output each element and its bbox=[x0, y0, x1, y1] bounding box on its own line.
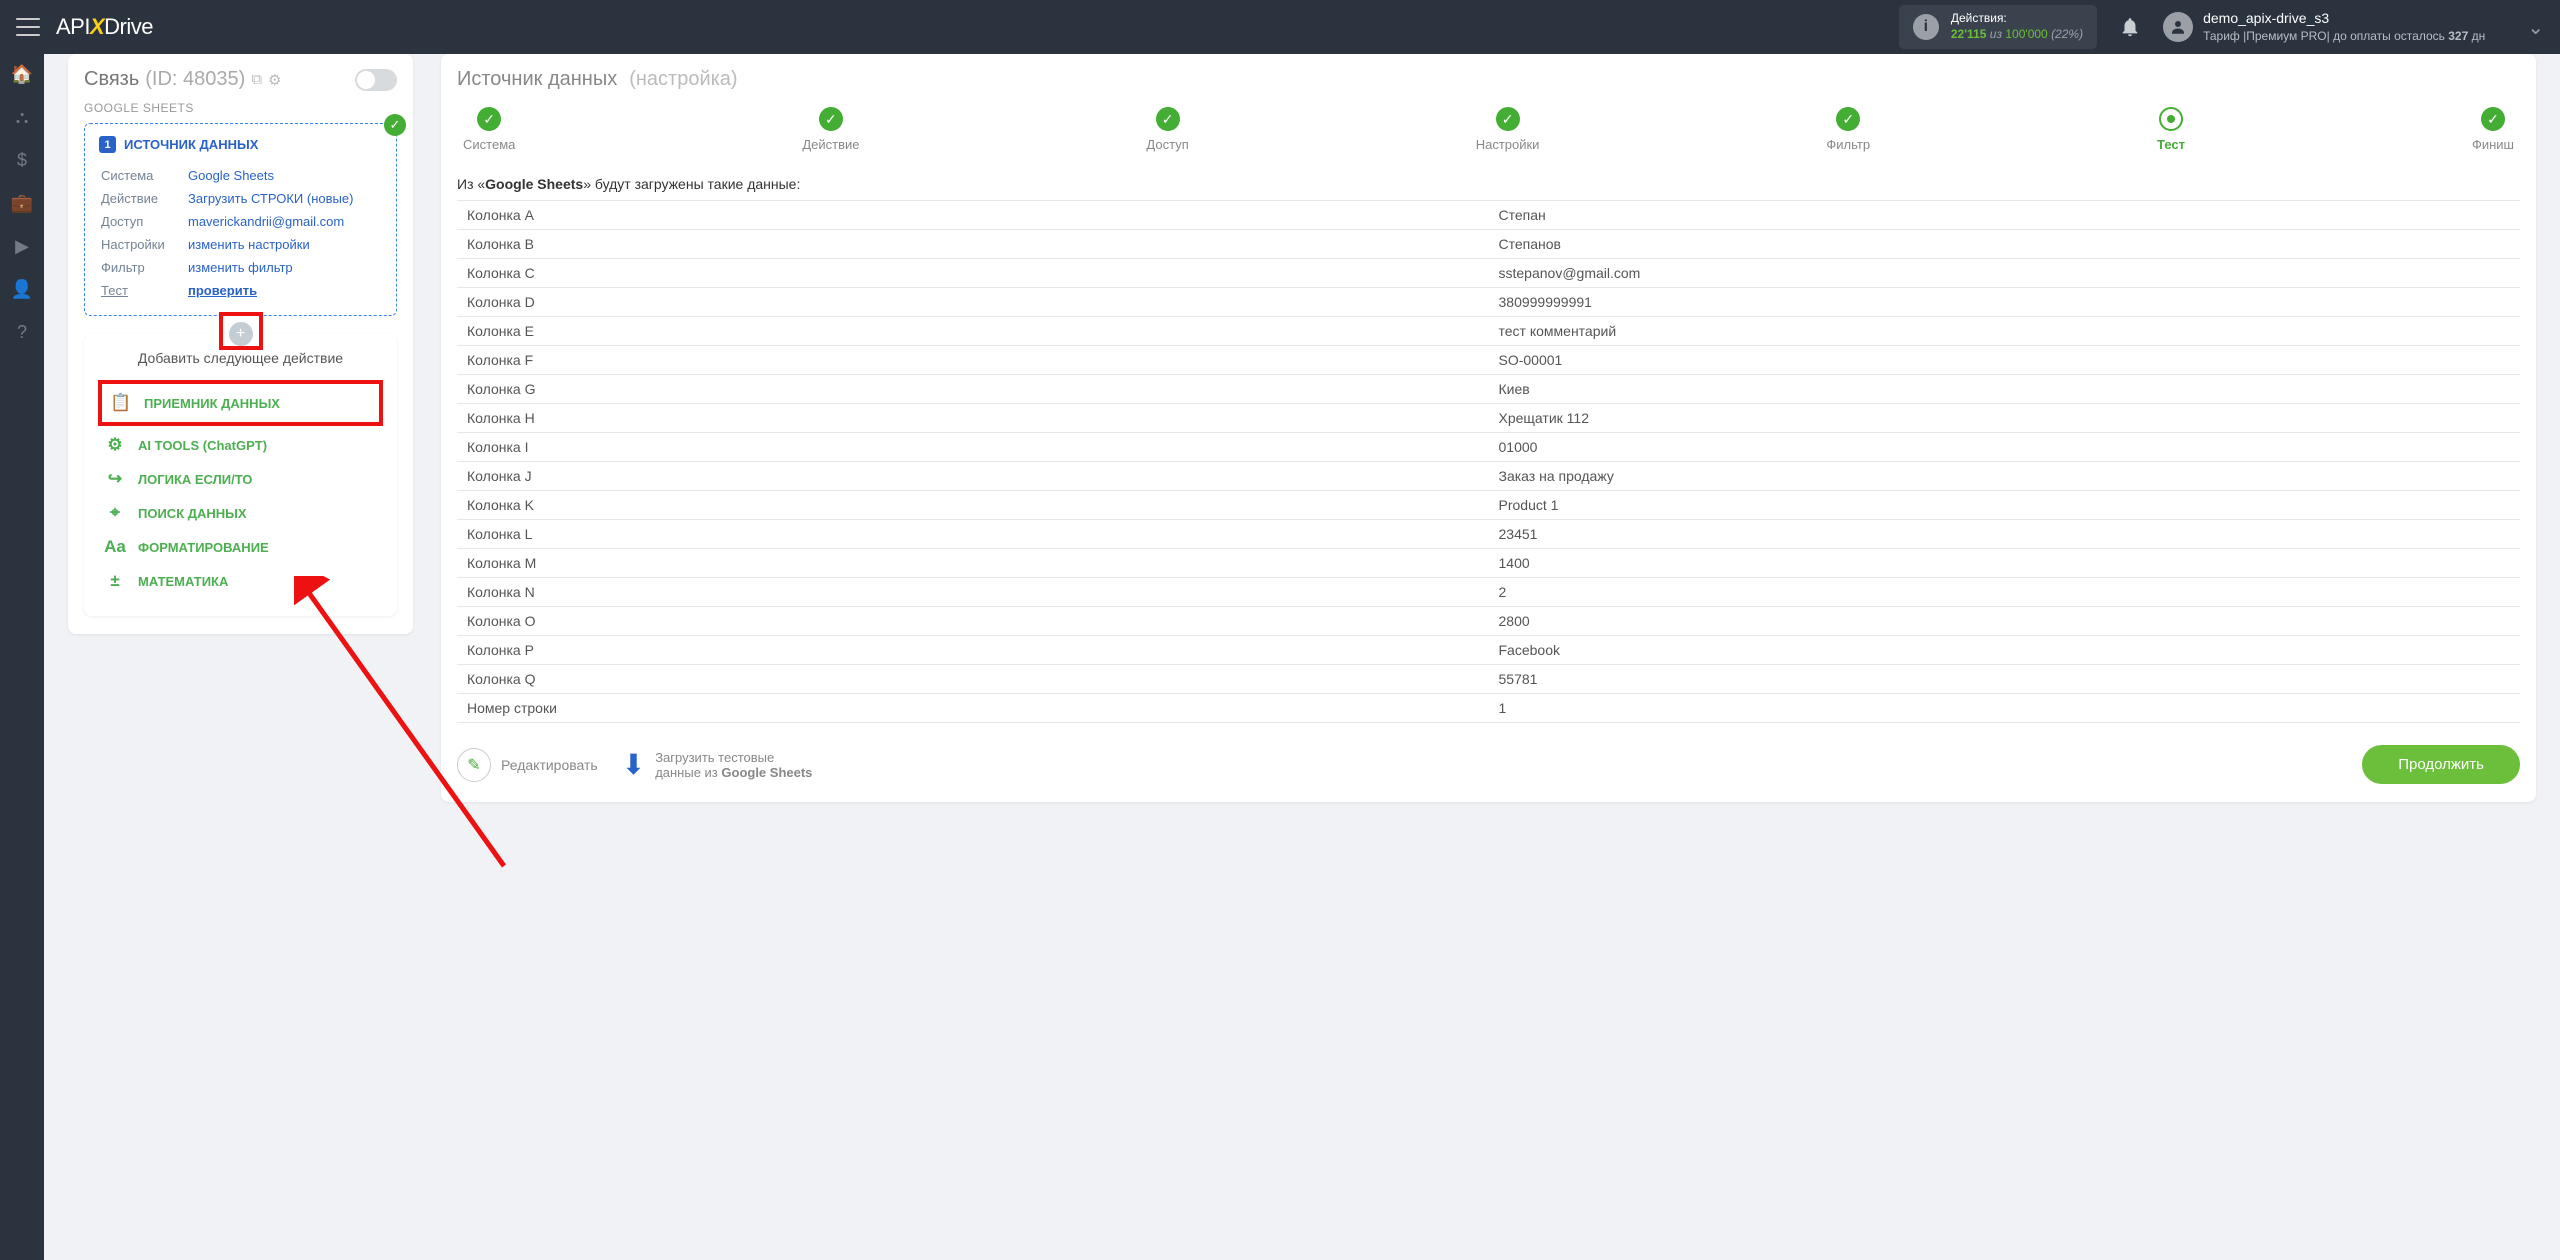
briefcase-icon[interactable]: 💼 bbox=[11, 193, 33, 214]
add-action-item[interactable]: ⌖ПОИСК ДАННЫХ bbox=[98, 496, 383, 530]
pencil-icon: ✎ bbox=[457, 748, 491, 782]
step-badge: 1 bbox=[99, 136, 116, 153]
user-menu[interactable]: demo_apix-drive_s3 Тариф |Премиум PRO| д… bbox=[2163, 9, 2485, 45]
table-row: Колонка AСтепан bbox=[457, 201, 2520, 230]
table-row: Колонка D380999999991 bbox=[457, 288, 2520, 317]
table-row: Колонка JЗаказ на продажу bbox=[457, 462, 2520, 491]
chevron-down-icon[interactable]: ⌄ bbox=[2527, 15, 2544, 40]
action-item-icon: 📋 bbox=[110, 393, 132, 413]
wizard-step[interactable]: ✓Финиш bbox=[2472, 107, 2514, 152]
info-icon: i bbox=[1913, 14, 1939, 40]
add-action-item[interactable]: ±МАТЕМАТИКА bbox=[98, 564, 383, 598]
add-action-item[interactable]: ⚙AI TOOLS (ChatGPT) bbox=[98, 428, 383, 462]
upload-icon: ⬇ bbox=[622, 748, 645, 781]
source-link[interactable]: изменить настройки bbox=[188, 237, 310, 252]
table-row: Колонка N2 bbox=[457, 578, 2520, 607]
check-icon: ✓ bbox=[384, 114, 406, 136]
wizard-step[interactable]: ✓Действие bbox=[802, 107, 859, 152]
copy-icon[interactable]: ⧉ bbox=[251, 71, 262, 88]
source-link[interactable]: изменить фильтр bbox=[188, 260, 293, 275]
source-service-label: GOOGLE SHEETS bbox=[84, 101, 397, 115]
menu-icon[interactable] bbox=[16, 18, 40, 36]
action-item-icon: ± bbox=[104, 571, 126, 591]
table-row: Колонка Q55781 bbox=[457, 665, 2520, 694]
table-row: Номер строки1 bbox=[457, 694, 2520, 723]
action-item-icon: ⚙ bbox=[104, 435, 126, 455]
load-test-data-button[interactable]: ⬇ Загрузить тестовые данные из Google Sh… bbox=[622, 748, 813, 781]
wizard-step[interactable]: ✓Фильтр bbox=[1826, 107, 1870, 152]
edit-button[interactable]: ✎ Редактировать bbox=[457, 748, 598, 782]
preview-table: Колонка AСтепанКолонка BСтепановКолонка … bbox=[457, 200, 2520, 723]
side-nav: 🏠 ⛬ $ 💼 ▶ 👤 ? bbox=[0, 54, 44, 1260]
table-row: Колонка Eтест комментарий bbox=[457, 317, 2520, 346]
add-action-item[interactable]: ↪ЛОГИКА ЕСЛИ/ТО bbox=[98, 462, 383, 496]
data-caption: Из «Google Sheets» будут загружены такие… bbox=[457, 176, 2520, 192]
action-item-icon: ⌖ bbox=[104, 503, 126, 523]
connection-card: Связь (ID: 48035) ⧉ ⚙ GOOGLE SHEETS ✓ 1 … bbox=[68, 54, 413, 634]
wizard-step[interactable]: ✓Система bbox=[463, 107, 515, 152]
table-row: Колонка KProduct 1 bbox=[457, 491, 2520, 520]
dollar-icon[interactable]: $ bbox=[17, 150, 27, 171]
source-link[interactable]: maverickandrii@gmail.com bbox=[188, 214, 344, 229]
table-row: Колонка Csstepanov@gmail.com bbox=[457, 259, 2520, 288]
table-row: Колонка HХрещатик 112 bbox=[457, 404, 2520, 433]
table-row: Колонка O2800 bbox=[457, 607, 2520, 636]
table-row: Колонка PFacebook bbox=[457, 636, 2520, 665]
video-icon[interactable]: ▶ bbox=[15, 236, 29, 257]
highlight-receiver: 📋ПРИЕМНИК ДАННЫХ bbox=[98, 380, 383, 426]
avatar-icon bbox=[2163, 12, 2193, 42]
add-action-item[interactable]: AaФОРМАТИРОВАНИЕ bbox=[98, 530, 383, 564]
connection-id: (ID: 48035) bbox=[145, 68, 245, 91]
wizard-steps: ✓Система ✓Действие ✓Доступ ✓Настройки ✓Фильт… bbox=[457, 107, 2520, 152]
home-icon[interactable]: 🏠 bbox=[11, 64, 33, 85]
connection-title: Связь bbox=[84, 68, 139, 91]
bell-icon[interactable] bbox=[2119, 16, 2141, 38]
enable-toggle[interactable] bbox=[355, 69, 397, 91]
data-source-block[interactable]: ✓ 1 ИСТОЧНИК ДАННЫХ СистемаGoogle Sheets… bbox=[84, 123, 397, 316]
table-row: Колонка I01000 bbox=[457, 433, 2520, 462]
add-action-item[interactable]: 📋ПРИЕМНИК ДАННЫХ bbox=[104, 386, 377, 420]
logo[interactable]: APIXDrive bbox=[56, 14, 153, 40]
wizard-step[interactable]: ✓Доступ bbox=[1146, 107, 1188, 152]
wizard-step[interactable]: ✓Настройки bbox=[1476, 107, 1540, 152]
main-card: Источник данных (настройка) ✓Система ✓Дей… bbox=[441, 54, 2536, 802]
continue-button[interactable]: Продолжить bbox=[2362, 745, 2520, 784]
page-subtitle: (настройка) bbox=[629, 68, 737, 91]
source-test-link[interactable]: проверить bbox=[188, 283, 257, 298]
flow-icon[interactable]: ⛬ bbox=[16, 107, 29, 128]
logo-x: X bbox=[90, 14, 104, 39]
table-row: Колонка GКиев bbox=[457, 375, 2520, 404]
table-row: Колонка BСтепанов bbox=[457, 230, 2520, 259]
add-action-card: + Добавить следующее действие 📋ПРИЕМНИК … bbox=[84, 334, 397, 616]
action-item-icon: Aa bbox=[104, 537, 126, 557]
source-link[interactable]: Google Sheets bbox=[188, 168, 274, 183]
page-title: Источник данных bbox=[457, 68, 617, 91]
add-action-title: Добавить следующее действие bbox=[98, 350, 383, 366]
source-details: СистемаGoogle SheetsДействиеЗагрузить СТ… bbox=[99, 163, 382, 303]
topbar: APIXDrive i Действия: 22'115 из 100'000 … bbox=[0, 0, 2560, 54]
add-action-plus-icon[interactable]: + bbox=[229, 322, 253, 346]
action-item-icon: ↪ bbox=[104, 469, 126, 489]
table-row: Колонка L23451 bbox=[457, 520, 2520, 549]
gear-icon[interactable]: ⚙ bbox=[268, 71, 281, 89]
source-link[interactable]: Загрузить СТРОКИ (новые) bbox=[188, 191, 353, 206]
user-icon[interactable]: 👤 bbox=[11, 279, 33, 300]
table-row: Колонка FSO-00001 bbox=[457, 346, 2520, 375]
help-icon[interactable]: ? bbox=[17, 322, 27, 343]
table-row: Колонка M1400 bbox=[457, 549, 2520, 578]
actions-counter[interactable]: i Действия: 22'115 из 100'000 (22%) bbox=[1899, 5, 2097, 48]
wizard-step[interactable]: Тест bbox=[2157, 107, 2185, 152]
